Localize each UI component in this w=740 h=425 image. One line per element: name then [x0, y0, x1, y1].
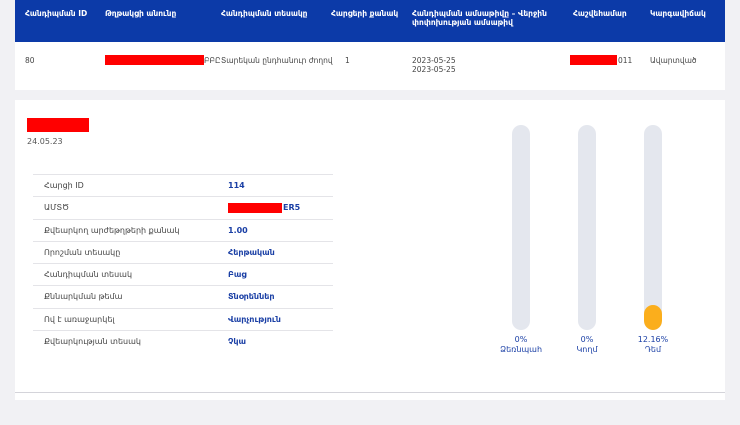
- vote-bar-fill: [644, 305, 662, 330]
- header-account-number: Հաշվեհամար: [573, 9, 627, 18]
- cell-account-suffix: 011: [618, 56, 633, 65]
- table-header: Հանդիպման ID Թղթակցի անունը Հանդիպման տե…: [15, 0, 725, 42]
- table-row[interactable]: 80 ԲԲԸ Տարեկան ընդհանուր ժողով 1 2023-05…: [15, 42, 725, 90]
- header-correspondent-name: Թղթակցի անունը: [105, 9, 177, 18]
- detail-date: 24.05.23: [27, 137, 63, 146]
- info-value: Վարչություն: [228, 314, 281, 324]
- cell-meeting-date: 2023-05-25: [412, 56, 456, 65]
- info-row-voting-type: Քվեարկության տեսակ Չկա: [33, 330, 333, 352]
- info-value: Տնօրեններ: [228, 292, 275, 302]
- info-label: Քվեարկող արժեթղթերի քանակ: [44, 225, 180, 235]
- header-meeting-id: Հանդիպման ID: [25, 9, 88, 18]
- info-row-voting-securities: Քվեարկող արժեթղթերի քանակ 1.00: [33, 218, 333, 241]
- divider: [15, 392, 725, 393]
- info-value: 1.00: [228, 225, 248, 235]
- info-label: Ով է առաջարկել: [44, 314, 115, 324]
- info-label: Քվեարկության տեսակ: [44, 337, 141, 347]
- vote-percent-against: 12.16%: [637, 335, 669, 344]
- info-row-isin: ԱՄՏԾ ER5: [33, 196, 333, 218]
- cell-meeting-id: 80: [25, 56, 35, 65]
- vote-bar-against: [644, 125, 662, 330]
- vote-label-against: Դեմ: [644, 345, 662, 354]
- redaction-account: [570, 55, 617, 65]
- info-label: Քննարկման թեմա: [44, 292, 123, 302]
- meetings-table: Հանդիպման ID Թղթակցի անունը Հանդիպման տե…: [15, 0, 725, 90]
- info-row-proposed-by: Ով է առաջարկել Վարչություն: [33, 307, 333, 330]
- cell-meeting-type: Տարեկան ընդհանուր ժողով: [221, 56, 333, 65]
- vote-percent-abstain: 0%: [514, 335, 528, 344]
- question-detail-panel: 24.05.23 Հարցի ID 114 ԱՄՏԾ ER5 Քվեարկող …: [15, 100, 725, 400]
- info-row-meeting-type: Հանդիպման տեսակ Բաց: [33, 263, 333, 285]
- info-label: Հարցի ID: [44, 181, 84, 190]
- info-row-question-id: Հարցի ID 114: [33, 174, 333, 196]
- header-meeting-date: Հանդիպման ամսաթիվը – Վերջին փոփոխության …: [412, 9, 547, 27]
- redaction-name: [105, 55, 204, 65]
- info-value: Հերթական: [228, 247, 275, 257]
- header-question-count: Հարցերի քանակ: [331, 9, 399, 18]
- info-label: Հանդիպման տեսակ: [44, 270, 133, 280]
- redaction-isin: [228, 203, 282, 214]
- cell-question-count: 1: [345, 56, 350, 65]
- info-label: Որոշման տեսակը: [44, 247, 121, 257]
- info-value: ER5: [283, 203, 301, 213]
- cell-status: Ավարտված: [650, 56, 697, 65]
- info-value: 114: [228, 181, 245, 190]
- info-row-topic: Քննարկման թեմա Տնօրեններ: [33, 285, 333, 307]
- cell-modified-date: 2023-05-25: [412, 65, 456, 74]
- cell-name-suffix: ԲԲԸ: [204, 56, 221, 65]
- header-meeting-type: Հանդիպման տեսակը: [221, 9, 308, 18]
- vote-bar-for: [578, 125, 596, 330]
- redaction-title: [27, 118, 89, 132]
- info-value: Չկա: [228, 337, 247, 347]
- info-value: Բաց: [228, 270, 247, 280]
- vote-label-abstain: Ձեռնպահ: [499, 345, 543, 354]
- vote-label-for: Կողմ: [576, 345, 598, 354]
- header-status: Կարգավիճակ: [650, 9, 706, 18]
- info-label: ԱՄՏԾ: [44, 203, 70, 213]
- info-row-decision-type: Որոշման տեսակը Հերթական: [33, 240, 333, 263]
- info-list: Հարցի ID 114 ԱՄՏԾ ER5 Քվեարկող արժեթղթեր…: [33, 174, 333, 352]
- vote-percent-for: 0%: [580, 335, 594, 344]
- vote-bar-abstain: [512, 125, 530, 330]
